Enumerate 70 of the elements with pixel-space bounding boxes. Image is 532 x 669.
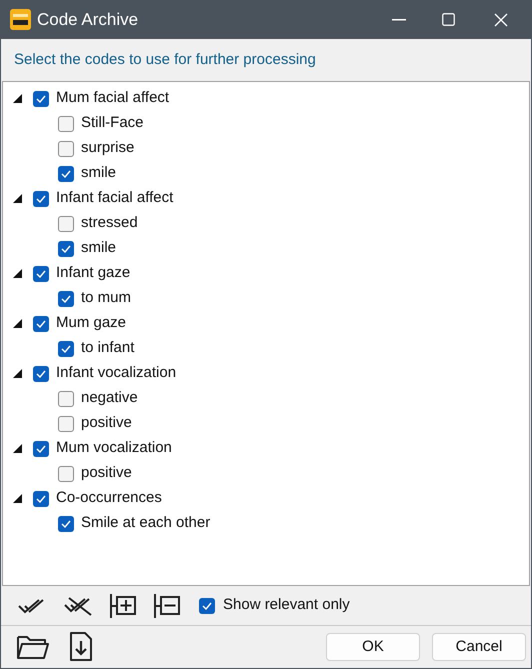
download-file-icon[interactable] bbox=[69, 632, 93, 662]
code-label: Infant facial affect bbox=[56, 188, 174, 208]
checkmark-icon bbox=[202, 602, 212, 610]
expand-toggle-icon[interactable] bbox=[13, 494, 22, 503]
code-label: to mum bbox=[81, 288, 132, 308]
code-label: negative bbox=[81, 388, 138, 408]
code-label: stressed bbox=[81, 213, 138, 234]
code-label: Infant vocalization bbox=[56, 363, 176, 384]
code-label: smile bbox=[81, 163, 116, 184]
show-relevant-label: Show relevant only bbox=[223, 595, 350, 616]
code-label: Still-Face bbox=[81, 113, 144, 134]
checkbox[interactable] bbox=[58, 116, 74, 132]
code-label: positive bbox=[81, 463, 132, 484]
close-icon[interactable] bbox=[494, 12, 508, 26]
checkmark-icon bbox=[61, 520, 71, 528]
checkmark-icon bbox=[61, 244, 71, 252]
checkbox[interactable] bbox=[58, 340, 74, 356]
dialog-button[interactable]: OK bbox=[326, 633, 420, 661]
checkmark-icon bbox=[36, 94, 46, 102]
checkbox[interactable] bbox=[33, 316, 49, 332]
expand-toggle-icon[interactable] bbox=[13, 444, 22, 453]
code-label: Mum facial affect bbox=[56, 88, 170, 108]
code-label: Smile at each other bbox=[81, 513, 210, 534]
checkbox[interactable] bbox=[199, 598, 215, 614]
checkmark-icon bbox=[36, 194, 46, 202]
checkbox[interactable] bbox=[58, 416, 74, 432]
expand-toggle-icon[interactable] bbox=[13, 194, 22, 203]
checkbox[interactable] bbox=[58, 240, 74, 256]
checkbox[interactable] bbox=[58, 466, 74, 482]
checkmark-icon bbox=[36, 444, 46, 452]
checkbox[interactable] bbox=[33, 90, 49, 106]
code-label: to infant bbox=[81, 338, 134, 358]
expand-toggle-icon[interactable] bbox=[13, 94, 22, 103]
expand-toggle-icon[interactable] bbox=[13, 369, 22, 378]
expand-toggle-icon[interactable] bbox=[13, 319, 22, 328]
checkbox[interactable] bbox=[58, 166, 74, 182]
checkbox[interactable] bbox=[33, 440, 49, 456]
code-label: Mum gaze bbox=[56, 313, 126, 334]
checkmark-icon bbox=[61, 344, 71, 352]
checkbox[interactable] bbox=[33, 266, 49, 282]
checkbox[interactable] bbox=[58, 216, 74, 232]
code-label: Mum vocalization bbox=[56, 438, 172, 458]
checkbox[interactable] bbox=[58, 140, 74, 156]
code-label: smile bbox=[81, 238, 116, 258]
code-label: Co-occurrences bbox=[56, 488, 162, 508]
checkmark-icon bbox=[61, 294, 71, 302]
checkmark-icon bbox=[36, 370, 46, 378]
instruction-text: Select the codes to use for further processing bbox=[14, 50, 316, 70]
code-label: Infant gaze bbox=[56, 263, 130, 284]
collapse-all-icon[interactable] bbox=[153, 594, 183, 618]
minimize-icon[interactable] bbox=[392, 18, 406, 20]
checkmark-icon bbox=[36, 320, 46, 328]
checkbox[interactable] bbox=[58, 390, 74, 406]
window-title: Code Archive bbox=[37, 8, 138, 31]
checkmark-icon bbox=[36, 270, 46, 278]
code-label: positive bbox=[81, 413, 132, 434]
checkbox[interactable] bbox=[33, 190, 49, 206]
checkbox[interactable] bbox=[58, 290, 74, 306]
app-logo-icon bbox=[10, 9, 31, 30]
dialog-button[interactable]: Cancel bbox=[432, 633, 526, 661]
checkbox[interactable] bbox=[58, 516, 74, 532]
checkbox[interactable] bbox=[33, 490, 49, 506]
maximize-icon[interactable] bbox=[442, 13, 455, 26]
code-label: surprise bbox=[81, 138, 134, 158]
expand-toggle-icon[interactable] bbox=[13, 269, 22, 278]
checkmark-icon bbox=[36, 494, 46, 502]
folder-icon[interactable] bbox=[17, 634, 49, 660]
checkbox[interactable] bbox=[33, 366, 49, 382]
expand-all-icon[interactable] bbox=[109, 594, 139, 618]
checkmark-icon bbox=[61, 170, 71, 178]
